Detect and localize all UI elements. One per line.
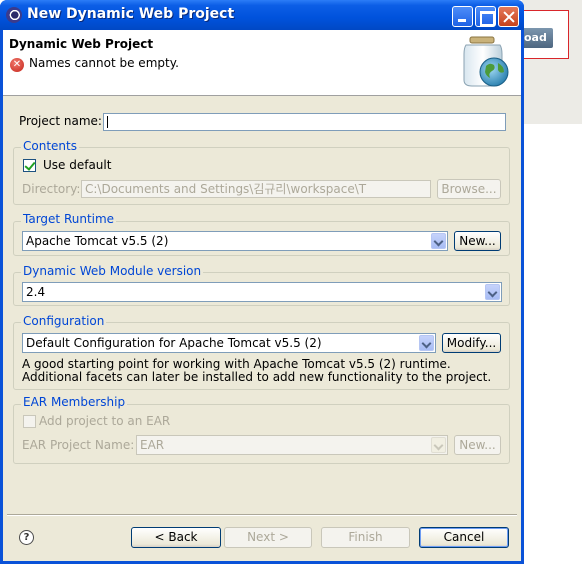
module-version-select[interactable]: 2.4 [22, 282, 502, 302]
ear-project-value: EAR [140, 438, 165, 452]
ear-group [13, 404, 510, 464]
configuration-title: Configuration [21, 314, 107, 328]
chevron-down-icon[interactable] [485, 284, 500, 300]
browse-button[interactable]: Browse... [437, 179, 501, 199]
button-bar-separator [7, 514, 517, 516]
add-to-ear-label: Add project to an EAR [39, 414, 171, 428]
back-button[interactable]: < Back [131, 527, 221, 548]
new-ear-button[interactable]: New... [454, 435, 501, 455]
text-caret [107, 116, 108, 128]
ear-project-name-label: EAR Project Name: [22, 438, 135, 452]
module-version-value: 2.4 [26, 285, 46, 299]
ear-title: EAR Membership [21, 395, 128, 409]
cancel-button[interactable]: Cancel [419, 527, 509, 548]
minimize-button[interactable] [452, 6, 473, 27]
finish-button[interactable]: Finish [321, 527, 410, 548]
next-button[interactable]: Next > [224, 527, 312, 548]
project-name-label: Project name: [19, 114, 102, 128]
configuration-select[interactable]: Default Configuration for Apache Tomcat … [22, 333, 436, 353]
target-runtime-select[interactable]: Apache Tomcat v5.5 (2) [22, 231, 448, 251]
target-runtime-value: Apache Tomcat v5.5 (2) [26, 234, 169, 248]
configuration-description: A good starting point for working with A… [22, 357, 492, 384]
configuration-value: Default Configuration for Apache Tomcat … [26, 336, 322, 350]
help-icon[interactable]: ? [19, 530, 34, 545]
close-button[interactable] [498, 6, 519, 27]
maximize-button[interactable] [475, 6, 496, 27]
window-title: New Dynamic Web Project [27, 6, 235, 22]
modify-button[interactable]: Modify... [442, 333, 501, 353]
web-project-jar-icon [463, 36, 509, 87]
chevron-down-icon[interactable] [431, 233, 446, 249]
project-name-input[interactable] [103, 113, 506, 131]
directory-label: Directory: [22, 182, 81, 196]
directory-input[interactable]: C:\Documents and Settings\김규리\workspace\… [81, 180, 431, 198]
ear-project-select[interactable]: EAR [136, 435, 448, 455]
error-icon: ✕ [10, 58, 24, 72]
background-button[interactable]: oad [522, 28, 553, 48]
new-runtime-button[interactable]: New... [454, 231, 501, 251]
target-runtime-title: Target Runtime [21, 212, 117, 226]
eclipse-icon [6, 7, 22, 23]
wizard-banner: Dynamic Web Project ✕ Names cannot be em… [3, 30, 521, 96]
dialog-window: New Dynamic Web Project Dynamic Web Proj… [0, 0, 524, 564]
contents-group-title: Contents [21, 139, 79, 153]
add-to-ear-checkbox[interactable] [23, 415, 36, 428]
use-default-checkbox[interactable] [23, 159, 36, 172]
banner-message: Names cannot be empty. [29, 56, 179, 70]
dialog-client: Dynamic Web Project ✕ Names cannot be em… [3, 30, 521, 561]
banner-title: Dynamic Web Project [9, 37, 154, 51]
module-version-title: Dynamic Web Module version [21, 264, 204, 278]
use-default-label[interactable]: Use default [43, 158, 111, 172]
chevron-down-icon [431, 437, 446, 453]
chevron-down-icon[interactable] [419, 335, 434, 351]
title-bar[interactable]: New Dynamic Web Project [0, 0, 524, 30]
